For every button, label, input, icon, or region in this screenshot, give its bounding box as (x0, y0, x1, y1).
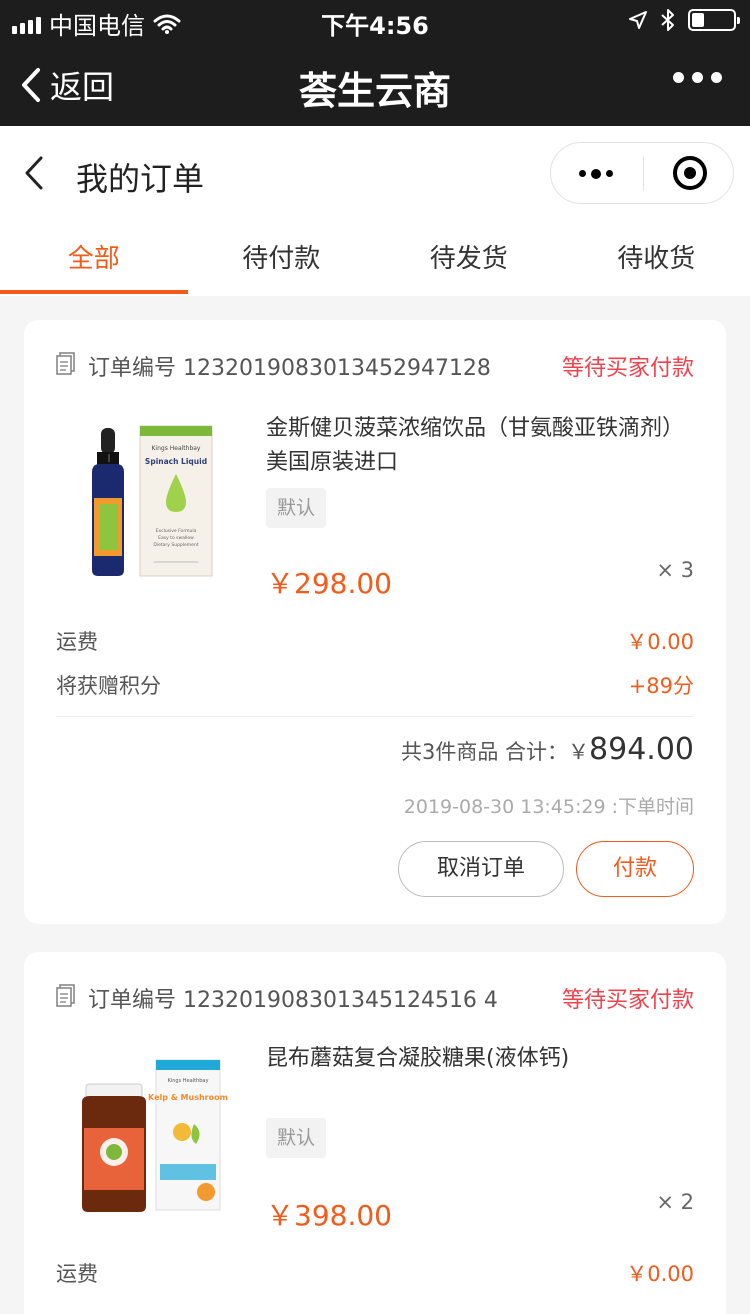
shipping-label: 运费 (56, 630, 98, 654)
nav-bar: 返回 荟生云商 (0, 40, 750, 126)
order-card: 订单编号 1232019083013452947128 等待买家付款 Kings… (24, 320, 726, 924)
tab-pending-payment[interactable]: 待付款 (188, 222, 376, 296)
status-bar: 中国电信 下午4:56 (0, 0, 750, 40)
shipping-value: ￥0.00 (626, 630, 694, 654)
page-header: 我的订单 (0, 126, 750, 222)
summary-text: 共3件商品 合计：￥ (400, 740, 590, 764)
order-number: 订单编号 123201908301345124516 4 (88, 988, 498, 1013)
product-price: ￥398.00 (266, 1199, 392, 1232)
order-card: 订单编号 123201908301345124516 4 等待买家付款 King… (24, 952, 726, 1314)
product-spec-tag: 默认 (266, 488, 326, 528)
order-document-icon (56, 984, 75, 1007)
product-quantity: × 2 (656, 1190, 694, 1214)
product-spec-tag: 默认 (266, 1118, 326, 1158)
box-fine-text: Easy to swallow (158, 535, 194, 541)
chevron-left-icon (25, 156, 43, 190)
shipping-label: 运费 (56, 1262, 98, 1286)
location-icon (629, 11, 647, 29)
tab-pending-shipment[interactable]: 待发货 (375, 222, 563, 296)
capsule-divider (643, 157, 644, 191)
box-title-text: Kelp & Mushroom (148, 1093, 228, 1102)
shipping-value: ￥0.00 (626, 1262, 694, 1286)
box-brand-text: Kings Healthbay (168, 1078, 209, 1084)
order-document-icon (56, 352, 75, 375)
order-summary: 共3件商品 合计：￥894.00 (401, 732, 694, 767)
order-tabs: 全部 待付款 待发货 待收货 (0, 222, 750, 296)
box-title-text: Spinach Liquid (145, 457, 207, 466)
pay-button[interactable]: 付款 (576, 841, 694, 897)
order-time: 2019-08-30 13:45:29 :下单时间 (403, 796, 694, 818)
points-label: 将获赠积分 (56, 674, 161, 698)
box-fine-text: Dietary Supplement (153, 542, 198, 548)
divider (56, 716, 694, 717)
points-value: +89分 (628, 674, 694, 698)
app-title: 荟生云商 (298, 69, 451, 113)
order-status: 等待买家付款 (561, 988, 694, 1013)
product-price: ￥298.00 (266, 567, 392, 600)
product-image[interactable]: Kings Healthbay Spinach Liquid Exclusive… (56, 412, 236, 592)
page-title: 我的订单 (76, 160, 205, 198)
product-name[interactable]: 昆布蘑菇复合凝胶糖果(液体钙) (266, 1042, 694, 1076)
product-image[interactable]: Kings Healthbay Kelp & Mushroom (56, 1040, 236, 1220)
page-back-button[interactable] (22, 154, 46, 196)
product-name[interactable]: 金斯健贝菠菜浓缩饮品（甘氨酸亚铁滴剂）美国原装进口 (266, 412, 694, 480)
more-menu-icon[interactable] (673, 72, 722, 83)
order-number: 订单编号 1232019083013452947128 (88, 356, 491, 381)
product-quantity: × 3 (656, 558, 694, 582)
box-brand-text: Kings Healthbay (152, 445, 201, 452)
mini-program-capsule (550, 142, 734, 204)
tab-pending-receipt[interactable]: 待收货 (563, 222, 750, 296)
tab-all[interactable]: 全部 (0, 222, 188, 296)
battery-icon (688, 9, 740, 31)
order-total: 894.00 (589, 732, 694, 767)
box-fine-text: Exclusive Formula (156, 528, 197, 534)
capsule-more-icon[interactable] (579, 168, 613, 179)
cancel-order-button[interactable]: 取消订单 (398, 841, 564, 897)
bluetooth-icon (661, 9, 674, 31)
order-status: 等待买家付款 (561, 356, 694, 381)
capsule-close-icon[interactable] (673, 156, 707, 190)
